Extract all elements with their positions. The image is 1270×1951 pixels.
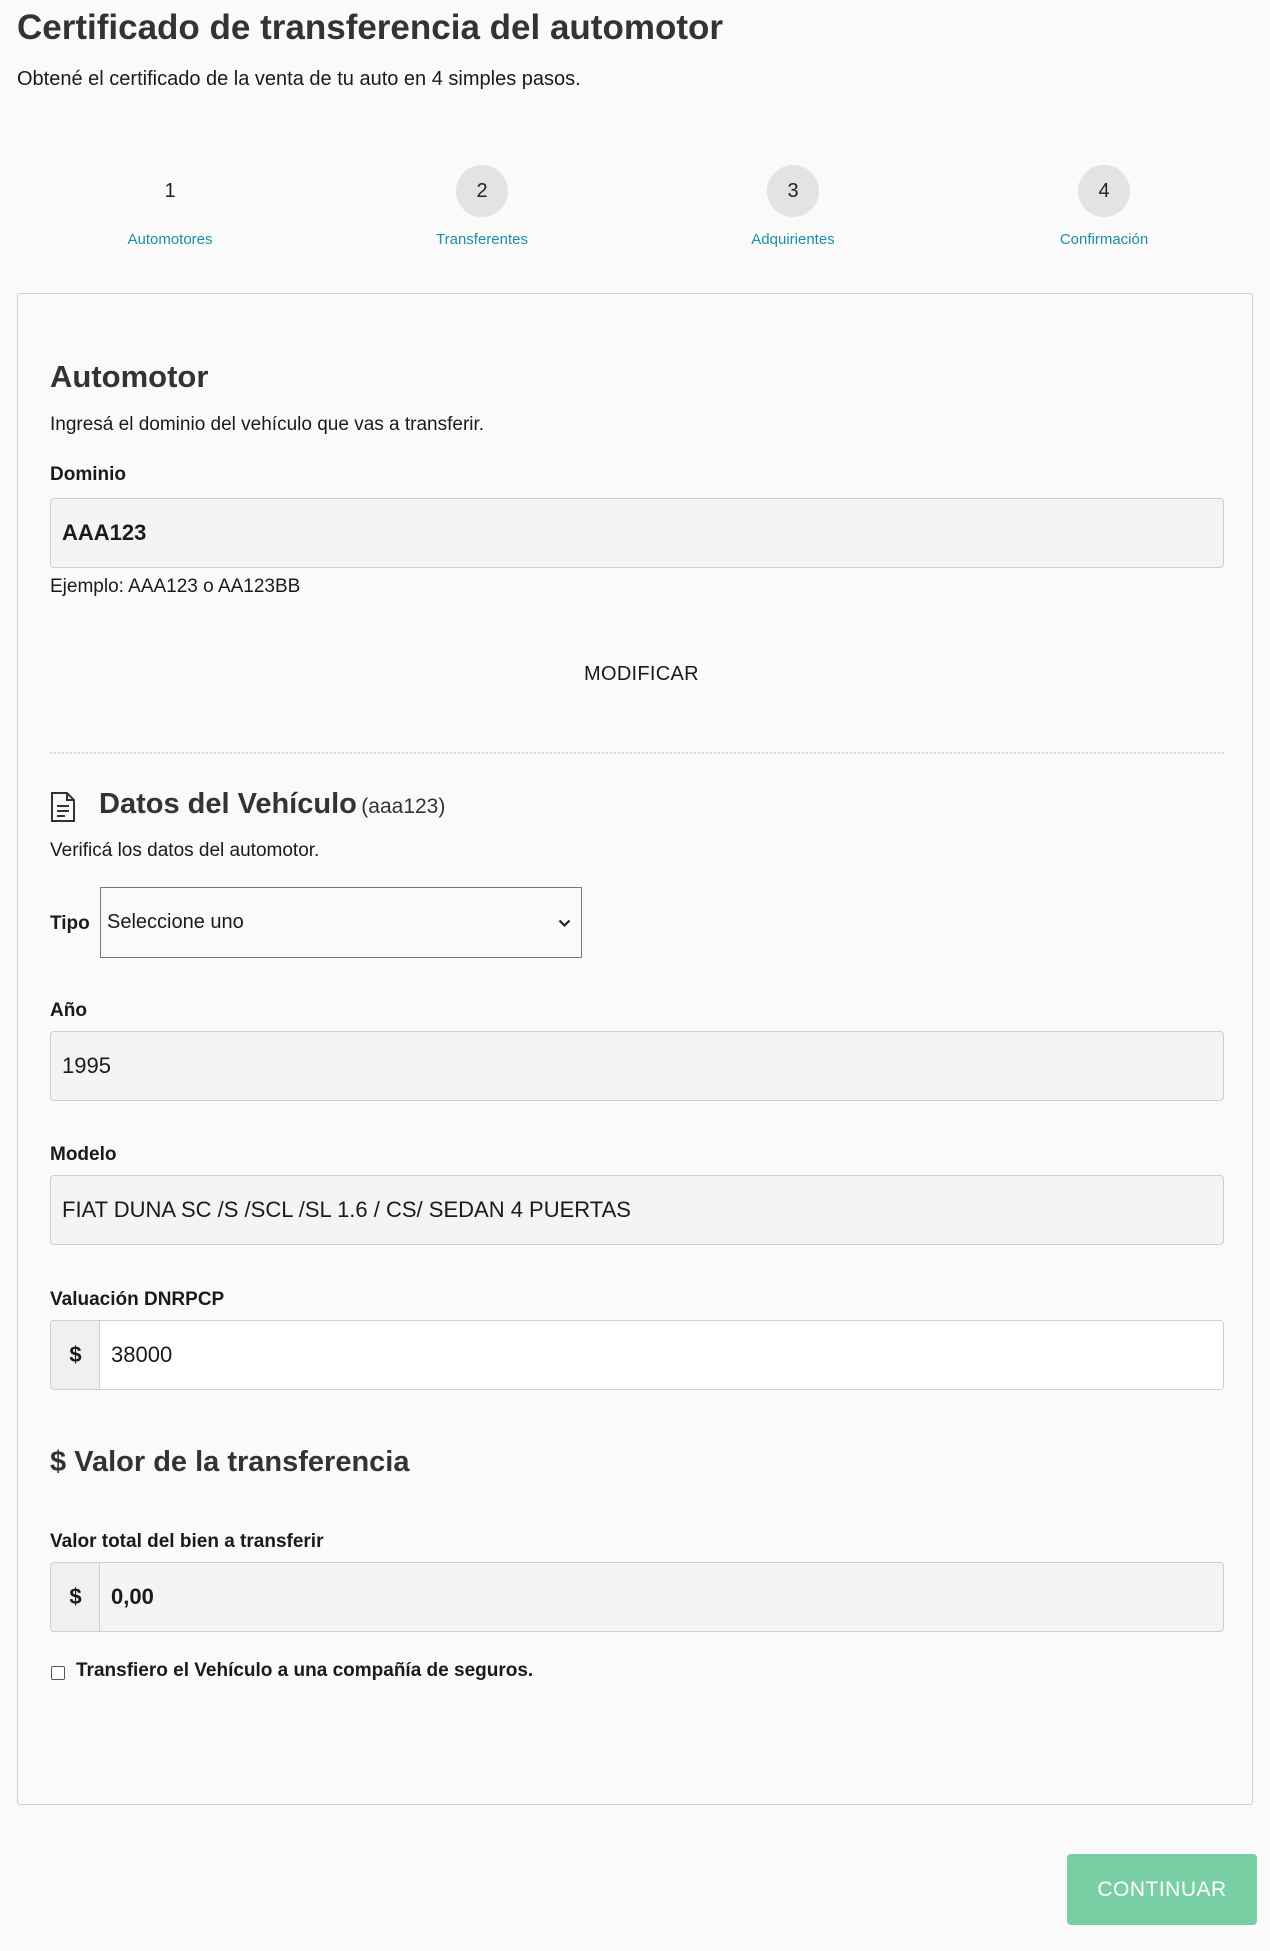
step-transferentes[interactable]: 2 Transferentes bbox=[372, 165, 592, 248]
chevron-down-icon bbox=[558, 911, 571, 934]
valor-currency-addon: $ bbox=[50, 1562, 100, 1632]
step-label: Adquirientes bbox=[751, 231, 835, 248]
vehiculo-title: Datos del Vehículo bbox=[99, 788, 357, 820]
continuar-button[interactable]: CONTINUAR bbox=[1067, 1854, 1257, 1925]
dominio-field[interactable]: AAA123 bbox=[50, 498, 1224, 568]
seguro-checkbox[interactable] bbox=[51, 1666, 65, 1680]
document-icon bbox=[50, 792, 76, 827]
valuacion-label: Valuación DNRPCP bbox=[50, 1289, 225, 1310]
valor-total-label: Valor total del bien a transferir bbox=[50, 1531, 324, 1552]
step-confirmacion[interactable]: 4 Confirmación bbox=[994, 165, 1214, 248]
form-card: Automotor Ingresá el dominio del vehícul… bbox=[17, 293, 1253, 1805]
step-number: 3 bbox=[767, 165, 819, 217]
automotor-title: Automotor bbox=[50, 359, 209, 394]
dollar-icon: $ bbox=[50, 1446, 67, 1478]
step-label: Transferentes bbox=[436, 231, 528, 248]
stepper: 1 Automotores 2 Transferentes 3 Adquirie… bbox=[0, 165, 1270, 265]
valuacion-currency-addon: $ bbox=[50, 1320, 100, 1390]
vehiculo-description: Verificá los datos del automotor. bbox=[50, 840, 320, 861]
step-label: Confirmación bbox=[1059, 231, 1149, 248]
section-divider bbox=[50, 752, 1224, 754]
dominio-label: Dominio bbox=[50, 464, 126, 485]
vehiculo-domain-tag: (aaa123) bbox=[361, 795, 446, 818]
valor-total-field[interactable]: 0,00 bbox=[99, 1562, 1224, 1632]
page-title: Certificado de transferencia del automot… bbox=[17, 8, 723, 47]
dominio-hint: Ejemplo: AAA123 o AA123BB bbox=[50, 576, 301, 597]
step-number: 1 bbox=[164, 180, 176, 202]
step-number: 4 bbox=[1078, 165, 1130, 217]
step-number: 2 bbox=[456, 165, 508, 217]
seguro-checkbox-label[interactable]: Transfiero el Vehículo a una compañía de… bbox=[76, 1660, 533, 1682]
vehiculo-heading: Datos del Vehículo (aaa123) bbox=[99, 788, 445, 821]
step-adquirientes[interactable]: 3 Adquirientes bbox=[683, 165, 903, 248]
transferencia-heading: $ Valor de la transferencia bbox=[50, 1446, 409, 1479]
step-automotores[interactable]: 1 Automotores bbox=[60, 165, 280, 248]
tipo-selected-value: Seleccione uno bbox=[107, 911, 244, 933]
transferencia-title: Valor de la transferencia bbox=[74, 1446, 410, 1478]
anio-field[interactable]: 1995 bbox=[50, 1031, 1224, 1101]
automotor-description: Ingresá el dominio del vehículo que vas … bbox=[50, 414, 485, 435]
step-label: Automotores bbox=[127, 231, 213, 248]
modelo-field[interactable]: FIAT DUNA SC /S /SCL /SL 1.6 / CS/ SEDAN… bbox=[50, 1175, 1224, 1245]
tipo-select[interactable]: Seleccione uno bbox=[100, 887, 582, 958]
page-subtitle: Obtené el certificado de la venta de tu … bbox=[17, 68, 581, 90]
tipo-label: Tipo bbox=[50, 913, 90, 934]
modificar-button[interactable]: MODIFICAR bbox=[578, 662, 705, 687]
anio-label: Año bbox=[50, 1000, 87, 1021]
valuacion-field[interactable]: 38000 bbox=[99, 1320, 1224, 1390]
modelo-label: Modelo bbox=[50, 1144, 117, 1165]
